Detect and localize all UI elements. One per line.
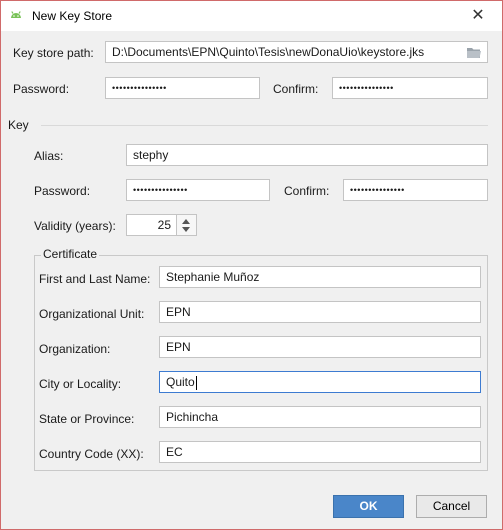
organizational-unit-field[interactable]: EPN (159, 301, 481, 323)
spinner-up-icon[interactable] (182, 219, 190, 224)
close-button[interactable]: ✕ (467, 5, 489, 27)
organization-field[interactable]: EPN (159, 336, 481, 358)
text-caret (195, 375, 197, 390)
organizational-unit-label: Organizational Unit: (39, 307, 145, 321)
folder-icon[interactable] (466, 46, 482, 59)
key-confirm-label: Confirm: (284, 184, 330, 198)
new-key-store-dialog: New Key Store ✕ Key store path: D:\Docum… (0, 0, 503, 530)
android-icon (11, 11, 21, 18)
key-separator (41, 125, 488, 126)
key-password-field[interactable]: ••••••••••••••• (126, 179, 270, 201)
keystore-password-field[interactable]: ••••••••••••••• (105, 77, 260, 99)
key-group-label: Key (8, 118, 29, 132)
title-bar: New Key Store ✕ (1, 1, 502, 31)
organization-label: Organization: (39, 342, 111, 356)
alias-field[interactable]: stephy (126, 144, 488, 166)
keystore-confirm-label: Confirm: (273, 82, 319, 96)
validity-input[interactable]: 25 (126, 214, 177, 236)
state-province-label: State or Province: (39, 412, 135, 426)
key-password-label: Password: (34, 184, 91, 198)
certificate-group-label: Certificate (41, 247, 100, 261)
keystore-confirm-field[interactable]: ••••••••••••••• (332, 77, 488, 99)
validity-spinner[interactable] (176, 214, 197, 236)
keystore-path-field[interactable]: D:\Documents\EPN\Quinto\Tesis\newDonaUio… (105, 41, 488, 63)
city-locality-value: Quito (166, 375, 195, 389)
keystore-path-label: Key store path: (13, 46, 94, 60)
keystore-password-label: Password: (13, 82, 70, 96)
alias-label: Alias: (34, 149, 64, 163)
country-code-field[interactable]: EC (159, 441, 481, 463)
window-title: New Key Store (32, 9, 113, 23)
close-icon: ✕ (471, 7, 485, 24)
city-locality-label: City or Locality: (39, 377, 122, 391)
key-confirm-field[interactable]: ••••••••••••••• (343, 179, 488, 201)
country-code-label: Country Code (XX): (39, 447, 144, 461)
spinner-down-icon[interactable] (182, 227, 190, 232)
state-province-field[interactable]: Pichincha (159, 406, 481, 428)
first-last-name-label: First and Last Name: (39, 272, 151, 286)
ok-button[interactable]: OK (333, 495, 404, 518)
first-last-name-field[interactable]: Stephanie Muñoz (159, 266, 481, 288)
city-locality-field[interactable]: Quito (159, 371, 481, 393)
cancel-button[interactable]: Cancel (416, 495, 487, 518)
validity-label: Validity (years): (34, 219, 116, 233)
